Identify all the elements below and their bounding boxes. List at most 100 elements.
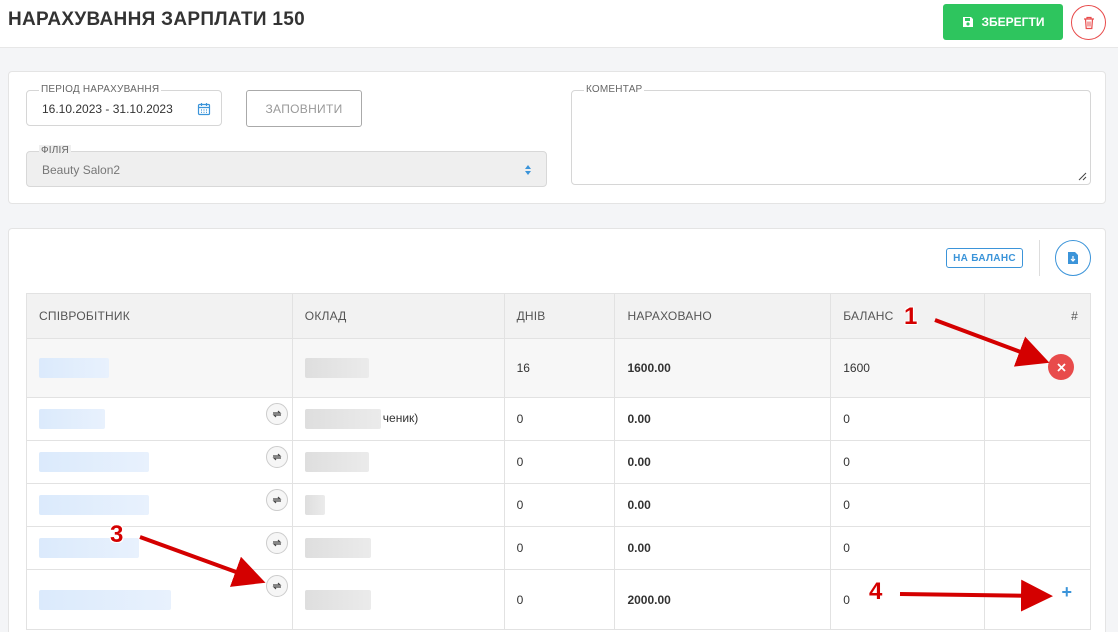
salary-cell: ченик) (291, 397, 505, 441)
days-cell: 0 (503, 397, 616, 441)
salary-suffix: ченик) (382, 411, 419, 426)
employee-name-redacted[interactable] (39, 452, 149, 472)
salary-cell (291, 526, 505, 570)
column-header-days[interactable]: ДНІВ (503, 293, 616, 339)
branch-value: Beauty Salon2 (42, 163, 121, 177)
accrued-cell: 0.00 (614, 483, 832, 527)
floppy-icon (962, 17, 973, 27)
days-cell: 0 (503, 569, 616, 630)
period-value: 16.10.2023 - 31.10.2023 (42, 102, 173, 116)
employee-name-redacted[interactable] (39, 409, 105, 429)
table-row: 0 0.00 0 (26, 526, 1091, 570)
swap-employee-button[interactable] (265, 532, 288, 554)
period-field[interactable]: ПЕРІОД НАРАХУВАННЯ 16.10.2023 - 31.10.20… (26, 84, 222, 126)
branch-select[interactable]: ФІЛІЯ Beauty Salon2 (26, 145, 547, 187)
employee-name-redacted[interactable] (39, 538, 139, 558)
export-button[interactable] (1055, 240, 1091, 276)
column-header-salary[interactable]: ОКЛАД (291, 293, 505, 339)
salary-redacted (304, 358, 369, 378)
salary-cell (291, 440, 505, 484)
actions-cell: + (984, 569, 1091, 630)
salary-redacted (304, 538, 371, 558)
column-header-employee[interactable]: СПІВРОБІТНИК (26, 293, 293, 339)
comment-field[interactable]: КОМЕНТАР (571, 84, 1091, 185)
employee-cell (26, 569, 293, 630)
salary-cell (291, 569, 505, 630)
resize-handle-icon[interactable] (1077, 171, 1087, 181)
days-cell: 0 (503, 526, 616, 570)
balance-cell: 0 (830, 569, 986, 630)
page-title: НАРАХУВАННЯ ЗАРПЛАТИ 150 (8, 9, 306, 30)
employee-cell (26, 483, 293, 527)
trash-icon (1083, 16, 1094, 29)
accrued-cell: 0.00 (614, 440, 832, 484)
column-header-accrued[interactable]: НАРАХОВАНО (614, 293, 832, 339)
annotation-number-1: 1 (904, 303, 918, 330)
annotation-number-3: 3 (110, 521, 124, 548)
column-header-actions: # (984, 293, 1091, 339)
employee-name-redacted[interactable] (39, 589, 171, 610)
employee-cell (26, 338, 293, 398)
actions-cell (984, 397, 1091, 441)
calendar-icon[interactable] (197, 102, 211, 116)
balance-cell: 0 (830, 440, 986, 484)
days-cell: 0 (503, 440, 616, 484)
swap-employee-button[interactable] (265, 575, 288, 597)
salary-redacted (304, 452, 369, 472)
employee-name-redacted[interactable] (39, 495, 149, 515)
period-label: ПЕРІОД НАРАХУВАННЯ (39, 84, 162, 95)
swap-icon (272, 582, 282, 590)
fill-button[interactable]: ЗАПОВНИТИ (246, 90, 362, 127)
actions-cell (984, 440, 1091, 484)
accrued-cell: 0.00 (614, 397, 832, 441)
top-bar: НАРАХУВАННЯ ЗАРПЛАТИ 150 ЗБЕРЕГТИ (0, 0, 1118, 48)
balance-cell: 0 (830, 526, 986, 570)
close-icon (1056, 362, 1066, 372)
employee-cell (26, 440, 293, 484)
swap-employee-button[interactable] (265, 489, 288, 511)
employee-name-redacted[interactable] (39, 358, 109, 378)
actions-cell (984, 526, 1091, 570)
salary-cell (291, 483, 505, 527)
table-row: 0 0.00 0 (26, 483, 1091, 527)
days-cell: 16 (503, 338, 616, 398)
sort-caret-icon (525, 165, 531, 175)
swap-icon (272, 453, 282, 461)
payroll-card: НА БАЛАНС СПІВРОБІТНИК ОКЛАД ДНІВ НАРАХО… (8, 228, 1106, 632)
salary-redacted (304, 409, 381, 429)
balance-cell: 0 (830, 397, 986, 441)
accrued-cell: 0.00 (614, 526, 832, 570)
salary-cell (291, 338, 505, 398)
swap-icon (272, 410, 282, 418)
salary-redacted (304, 589, 371, 610)
save-button[interactable]: ЗБЕРЕГТИ (943, 4, 1063, 40)
to-balance-button[interactable]: НА БАЛАНС (946, 248, 1023, 268)
table-row: ченик) 0 0.00 0 (26, 397, 1091, 441)
table-row: 0 2000.00 0 + (26, 569, 1091, 630)
accrued-cell: 1600.00 (614, 338, 832, 398)
swap-icon (272, 496, 282, 504)
salary-redacted (304, 495, 325, 515)
days-cell: 0 (503, 483, 616, 527)
table-row: 16 1600.00 1600 (26, 338, 1091, 398)
swap-employee-button[interactable] (265, 403, 288, 425)
remove-row-button[interactable] (1048, 354, 1074, 380)
swap-icon (272, 539, 282, 547)
comment-label: КОМЕНТАР (584, 84, 645, 95)
employee-cell (26, 397, 293, 441)
employee-cell (26, 526, 293, 570)
actions-cell (984, 338, 1091, 398)
settings-card: ПЕРІОД НАРАХУВАННЯ 16.10.2023 - 31.10.20… (8, 71, 1106, 204)
balance-cell: 0 (830, 483, 986, 527)
table-row: 0 0.00 0 (26, 440, 1091, 484)
save-button-label: ЗБЕРЕГТИ (981, 15, 1045, 29)
toolbar-divider (1039, 240, 1040, 276)
file-export-icon (1068, 252, 1078, 264)
annotation-number-4: 4 (869, 578, 883, 605)
swap-employee-button[interactable] (265, 446, 288, 468)
accrued-cell: 2000.00 (614, 569, 832, 630)
add-row-button[interactable]: + (1061, 582, 1072, 603)
table-header-row: СПІВРОБІТНИК ОКЛАД ДНІВ НАРАХОВАНО БАЛАН… (26, 293, 1091, 339)
delete-button[interactable] (1071, 5, 1106, 40)
actions-cell (984, 483, 1091, 527)
